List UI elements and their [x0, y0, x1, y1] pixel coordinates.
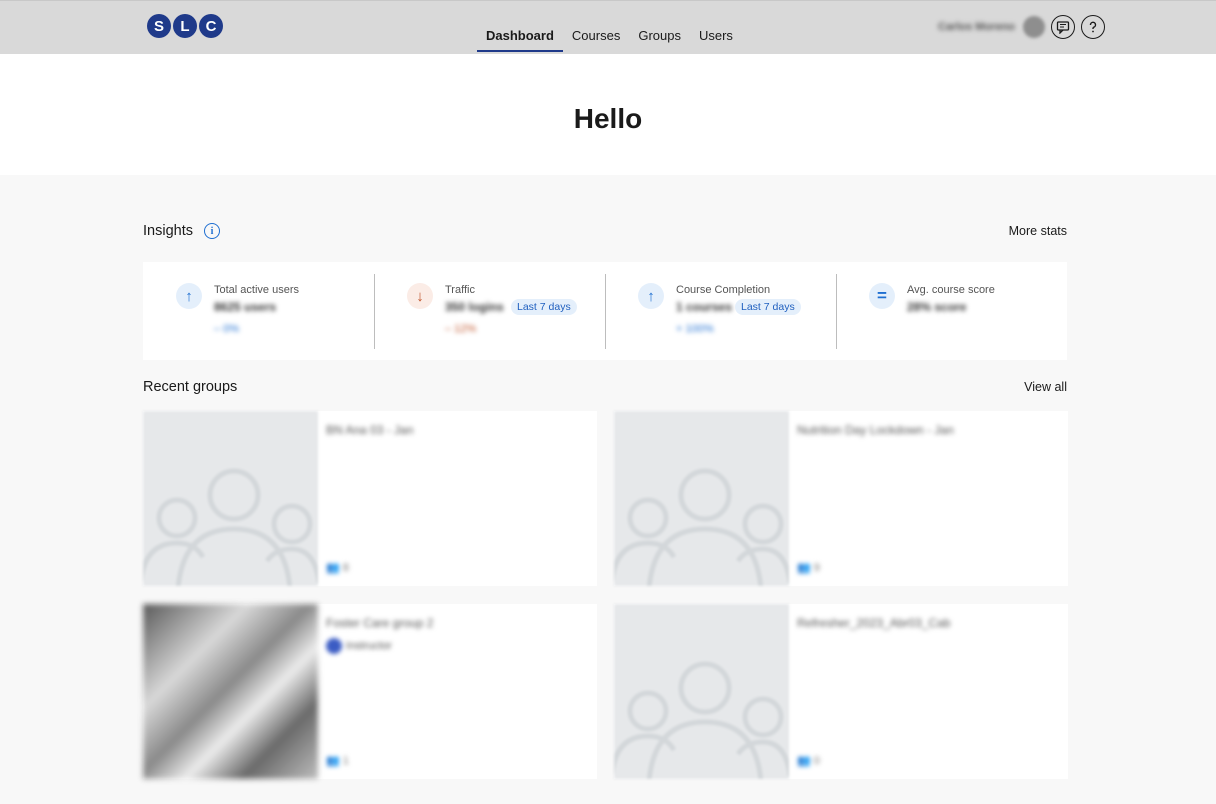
messages-button[interactable] [1051, 15, 1076, 39]
stat-course-completion[interactable]: ↑ Course Completion 1 courses Last 7 day… [605, 262, 836, 360]
top-bar: S L C Dashboard Courses Groups Users Car… [0, 0, 1216, 54]
view-all-link[interactable]: View all [1024, 380, 1067, 394]
stat-value: 350 logins [445, 300, 504, 314]
group-placeholder-image [143, 411, 318, 586]
user-area: Carlos Moreno [938, 15, 1106, 39]
group-card[interactable]: Nutrition Day Lockdown - Jan 👥 9 [614, 411, 1068, 586]
insights-title: Insights [143, 223, 193, 239]
member-count: 👥 1 [326, 755, 349, 767]
logo-letter-c: C [199, 14, 223, 38]
nav-users[interactable]: Users [690, 19, 742, 52]
stat-label: Avg. course score [907, 284, 995, 296]
help-button[interactable] [1081, 15, 1106, 39]
stat-avg-course-score[interactable]: = Avg. course score 28% score [836, 262, 1067, 360]
stat-value: 1 courses [676, 300, 733, 314]
stat-total-active-users[interactable]: ↑ Total active users 8625 users – 0% [143, 262, 374, 360]
stat-label: Total active users [214, 284, 299, 296]
main-nav: Dashboard Courses Groups Users [477, 19, 742, 52]
greeting-heading: Hello [573, 103, 643, 134]
period-chip: Last 7 days [735, 299, 801, 315]
member-count: 👥 9 [797, 562, 820, 574]
group-card[interactable]: BN Ana 03 - Jan 👥 8 [143, 411, 597, 586]
member-count: 👥 8 [326, 562, 349, 574]
chat-icon [1056, 21, 1070, 34]
stat-traffic[interactable]: ↓ Traffic 350 logins Last 7 days – 12% [374, 262, 605, 360]
group-owner: Instructor [326, 638, 392, 654]
stat-label: Course Completion [676, 284, 771, 296]
stat-value: 8625 users [214, 300, 277, 314]
people-icon [614, 468, 789, 586]
nav-dashboard[interactable]: Dashboard [477, 19, 563, 52]
group-name: Nutrition Day Lockdown - Jan [797, 423, 954, 437]
logo-letter-l: L [173, 14, 197, 38]
people-icon [614, 661, 789, 779]
user-avatar[interactable] [1023, 16, 1046, 38]
nav-courses[interactable]: Courses [563, 19, 629, 52]
question-icon [1089, 21, 1097, 33]
info-icon[interactable]: i [203, 223, 220, 239]
group-name: Refresher_2023_Abr03_Cab [797, 616, 951, 630]
more-stats-link[interactable]: More stats [1009, 224, 1067, 238]
stat-delta: – 12% [445, 323, 477, 335]
stat-delta: + 100% [676, 323, 714, 335]
recent-groups-title: Recent groups [143, 379, 238, 395]
stat-value: 28% score [907, 300, 967, 314]
insights-header: Insights i More stats [143, 223, 1067, 239]
recent-groups-header: Recent groups View all [143, 379, 1067, 395]
hero-section: Hello [0, 54, 1216, 175]
group-placeholder-image [614, 411, 789, 586]
insights-panel: ↑ Total active users 8625 users – 0% ↓ T… [143, 262, 1067, 360]
group-card[interactable]: Foster Care group 2 Instructor 👥 1 [143, 604, 597, 779]
group-placeholder-image [614, 604, 789, 779]
group-name: BN Ana 03 - Jan [326, 423, 414, 437]
group-card[interactable]: Refresher_2023_Abr03_Cab 👥 0 [614, 604, 1068, 779]
username[interactable]: Carlos Moreno [938, 21, 1015, 33]
group-name: Foster Care group 2 [326, 616, 434, 630]
arrow-up-icon: ↑ [638, 283, 664, 309]
stat-delta: – 0% [214, 323, 240, 335]
period-chip: Last 7 days [511, 299, 577, 315]
logo-letter-s: S [147, 14, 171, 38]
group-photo [143, 604, 318, 779]
people-icon [143, 468, 318, 586]
stat-label: Traffic [445, 284, 475, 296]
arrow-up-icon: ↑ [176, 283, 202, 309]
slc-logo[interactable]: S L C [147, 14, 223, 38]
equals-icon: = [869, 283, 895, 309]
nav-groups[interactable]: Groups [629, 19, 690, 52]
arrow-down-icon: ↓ [407, 283, 433, 309]
member-count: 👥 0 [797, 755, 820, 767]
owner-avatar [326, 638, 342, 654]
